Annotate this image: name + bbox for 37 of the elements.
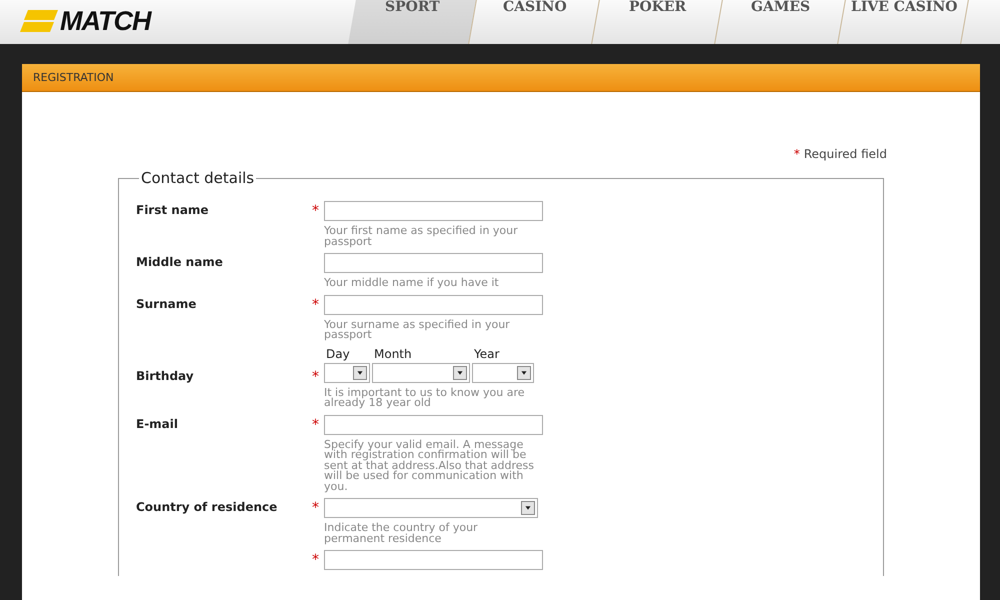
required-asterisk: * xyxy=(312,296,320,312)
required-asterisk: * xyxy=(312,203,320,219)
field-label: Middle name xyxy=(136,254,224,271)
date-part-label: Year xyxy=(473,346,500,360)
panel-title: REGISTRATION xyxy=(33,71,114,84)
field-label: First name xyxy=(136,202,210,219)
field-label: E-mail xyxy=(136,416,180,432)
input-field[interactable] xyxy=(324,253,543,273)
date-part-label: Month xyxy=(373,346,413,360)
date-part-label: Day xyxy=(325,346,351,360)
required-asterisk: * xyxy=(794,147,800,161)
fieldset-legend: Contact details xyxy=(139,169,256,187)
field-hint: Your surname as specified in your passport xyxy=(324,320,511,340)
logo-stripes-icon xyxy=(20,10,58,32)
field-label: Country of residence xyxy=(136,499,278,516)
nav-tab[interactable]: LIVE CASINO xyxy=(840,0,969,44)
input-field[interactable] xyxy=(324,550,543,570)
required-asterisk: * xyxy=(312,416,320,432)
required-asterisk: * xyxy=(312,552,320,568)
field-label: Birthday xyxy=(136,368,195,385)
required-asterisk: * xyxy=(312,500,320,516)
field-label: Surname xyxy=(136,296,198,312)
field-hint: Indicate the country of your permanent residence xyxy=(324,523,479,544)
input-field[interactable] xyxy=(324,414,543,434)
field-hint: It is important to us to know you are already 18 year old xyxy=(324,388,526,408)
required-note: Required field xyxy=(804,147,887,161)
required-asterisk: * xyxy=(312,368,320,384)
nav-tab[interactable]: CASINO xyxy=(471,0,600,44)
logo[interactable]: MATCH xyxy=(60,10,150,32)
field-hint: Your middle name if you have it xyxy=(324,278,500,288)
field-hint: Specify your valid email. A message with registration confirmation will be sent at that address.Also that address will be used for communication with you. xyxy=(324,440,535,492)
field-hint: Your first name as specified in your passport xyxy=(324,226,519,247)
input-field[interactable] xyxy=(324,201,543,221)
nav-tab[interactable]: GAMES xyxy=(717,0,846,44)
nav-tab[interactable]: POKER xyxy=(594,0,723,44)
nav-tab[interactable]: SPORT xyxy=(348,0,477,44)
input-field[interactable] xyxy=(324,294,543,314)
